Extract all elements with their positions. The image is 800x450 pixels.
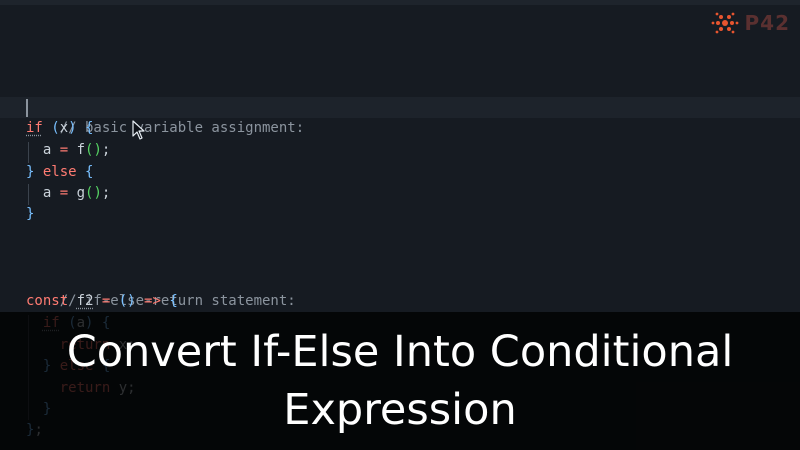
call-parens: () — [85, 142, 102, 158]
operator-assign: = — [51, 142, 77, 158]
code-comment: // basic variable assignment: — [59, 120, 305, 136]
p42-logo-icon — [711, 12, 738, 34]
code-line-10[interactable]: const f2 = () => { — [26, 291, 178, 312]
code-line-6[interactable]: } — [26, 204, 34, 225]
logo-text: P42 — [744, 11, 790, 35]
code-line-4[interactable]: } else { — [26, 162, 93, 183]
title-banner: Convert If-Else Into Conditional Express… — [0, 312, 800, 450]
arrow-params: () — [118, 293, 136, 309]
keyword-if: if — [26, 120, 43, 136]
paren-close: ) — [68, 120, 77, 136]
title-line-2: Expression — [283, 385, 517, 435]
brace-open: { — [169, 293, 178, 309]
code-line-5[interactable]: a = g(); — [26, 183, 110, 204]
code-line-2[interactable]: if (x) { — [26, 118, 93, 139]
brace-open: { — [85, 120, 94, 136]
code-line-1[interactable]: // basic variable assignment: — [0, 97, 800, 136]
keyword-const: const — [26, 293, 69, 309]
title-line-1: Convert If-Else Into Conditional — [66, 327, 734, 377]
call-parens: () — [85, 185, 102, 201]
mouse-pointer-icon — [132, 120, 145, 140]
arrow-operator: => — [135, 293, 170, 309]
operator-assign: = — [93, 293, 119, 309]
identifier-x: x — [59, 120, 69, 136]
brace-close: } — [26, 206, 35, 222]
semicolon: ; — [101, 185, 111, 201]
identifier-g: g — [76, 185, 86, 201]
keyword-else: else — [42, 164, 77, 180]
identifier-f2: f2 — [76, 293, 94, 309]
code-line-9[interactable]: // if-else-return statement: — [26, 270, 296, 309]
text-caret — [26, 99, 28, 117]
p42-logo: P42 — [709, 10, 791, 36]
code-line-3[interactable]: a = f(); — [26, 140, 110, 161]
brace-open: { — [85, 164, 94, 180]
identifier-f: f — [76, 142, 86, 158]
operator-assign: = — [51, 185, 77, 201]
semicolon: ; — [101, 142, 111, 158]
editor-top-bar — [0, 0, 800, 5]
paren-open: ( — [51, 120, 60, 136]
